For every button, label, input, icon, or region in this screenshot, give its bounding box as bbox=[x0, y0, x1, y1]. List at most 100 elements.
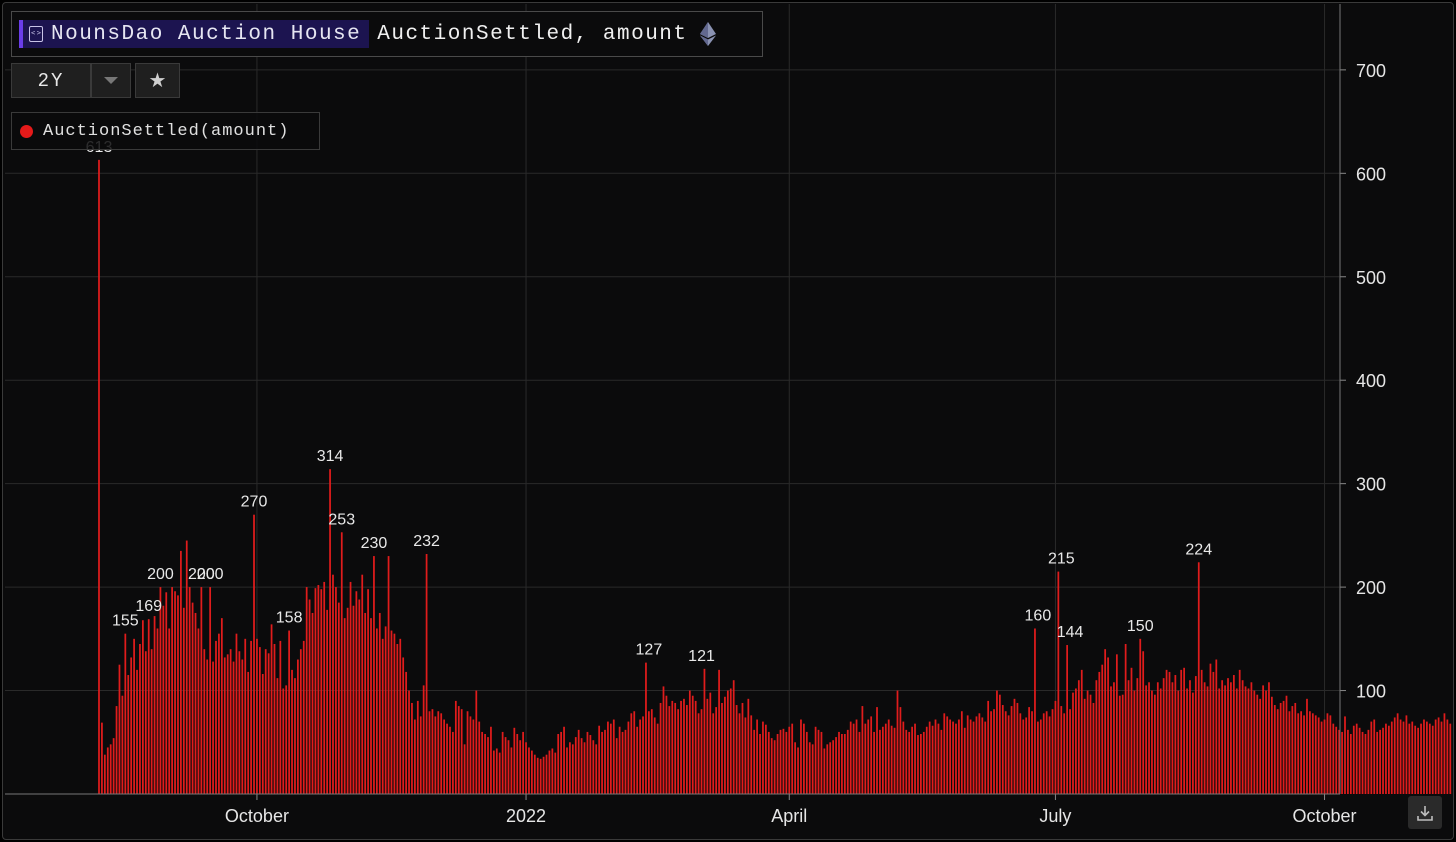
bar[interactable] bbox=[308, 599, 311, 794]
bar[interactable] bbox=[881, 726, 884, 794]
bar[interactable] bbox=[1253, 690, 1256, 794]
bar[interactable] bbox=[1382, 727, 1384, 794]
bar[interactable] bbox=[618, 726, 621, 794]
bar[interactable] bbox=[639, 719, 641, 794]
bar[interactable] bbox=[1113, 682, 1115, 794]
bar[interactable] bbox=[352, 605, 355, 794]
bar[interactable] bbox=[1326, 713, 1329, 794]
bar[interactable] bbox=[156, 628, 159, 794]
bar[interactable] bbox=[393, 633, 396, 794]
bar[interactable] bbox=[481, 731, 484, 794]
bar[interactable] bbox=[384, 626, 387, 794]
bar[interactable] bbox=[323, 581, 326, 794]
bar[interactable] bbox=[744, 717, 747, 794]
bar[interactable] bbox=[920, 734, 922, 794]
bar[interactable] bbox=[340, 532, 343, 794]
bar[interactable] bbox=[408, 690, 410, 794]
time-range-button[interactable]: 2Y bbox=[11, 63, 91, 98]
bar[interactable] bbox=[1388, 725, 1390, 794]
bar[interactable] bbox=[1402, 721, 1405, 794]
bar[interactable] bbox=[1118, 695, 1121, 794]
bar[interactable] bbox=[1095, 680, 1098, 794]
bar[interactable] bbox=[317, 585, 320, 794]
bar[interactable] bbox=[1089, 694, 1092, 794]
bar[interactable] bbox=[1437, 717, 1440, 794]
bar[interactable] bbox=[993, 709, 995, 794]
bar[interactable] bbox=[726, 690, 729, 794]
bar[interactable] bbox=[533, 754, 536, 794]
bar[interactable] bbox=[463, 744, 466, 794]
bar[interactable] bbox=[697, 713, 700, 794]
bar[interactable] bbox=[349, 581, 352, 794]
bar[interactable] bbox=[978, 713, 981, 794]
bar[interactable] bbox=[466, 711, 469, 794]
bar[interactable] bbox=[1159, 688, 1162, 794]
bar[interactable] bbox=[191, 602, 194, 794]
bar[interactable] bbox=[1423, 719, 1425, 794]
bar[interactable] bbox=[566, 747, 568, 794]
bar[interactable] bbox=[624, 729, 627, 794]
bar[interactable] bbox=[788, 726, 791, 794]
bar[interactable] bbox=[1347, 729, 1349, 794]
bar[interactable] bbox=[343, 618, 346, 794]
bar[interactable] bbox=[1192, 692, 1194, 794]
bar[interactable] bbox=[592, 740, 595, 794]
bar[interactable] bbox=[609, 723, 612, 794]
bar[interactable] bbox=[1086, 690, 1089, 794]
bar[interactable] bbox=[367, 589, 369, 794]
bar[interactable] bbox=[478, 721, 481, 794]
bar[interactable] bbox=[1186, 688, 1188, 794]
bar[interactable] bbox=[256, 638, 258, 794]
bar[interactable] bbox=[1151, 690, 1153, 794]
bar[interactable] bbox=[937, 723, 940, 794]
bar[interactable] bbox=[1291, 706, 1294, 794]
bar[interactable] bbox=[440, 713, 443, 794]
bar[interactable] bbox=[688, 690, 691, 794]
bar[interactable] bbox=[165, 592, 168, 794]
bar[interactable] bbox=[443, 719, 446, 794]
bar[interactable] bbox=[364, 612, 367, 794]
bar[interactable] bbox=[729, 688, 732, 794]
bar[interactable] bbox=[943, 713, 946, 794]
bar[interactable] bbox=[209, 587, 212, 794]
bar[interactable] bbox=[1344, 716, 1346, 794]
bar[interactable] bbox=[703, 668, 706, 794]
bar[interactable] bbox=[940, 729, 943, 794]
bar[interactable] bbox=[299, 649, 302, 794]
bar[interactable] bbox=[1180, 669, 1183, 794]
bar[interactable] bbox=[560, 731, 562, 794]
bar[interactable] bbox=[814, 726, 817, 794]
bar[interactable] bbox=[469, 716, 472, 794]
bar[interactable] bbox=[446, 723, 448, 794]
bar[interactable] bbox=[1037, 721, 1039, 794]
bar[interactable] bbox=[791, 723, 794, 794]
bar[interactable] bbox=[811, 744, 814, 794]
bar[interactable] bbox=[1148, 682, 1150, 794]
bar[interactable] bbox=[674, 702, 677, 794]
bar[interactable] bbox=[378, 612, 381, 794]
bar[interactable] bbox=[1297, 713, 1300, 794]
bar[interactable] bbox=[712, 713, 715, 794]
bar[interactable] bbox=[1364, 734, 1367, 794]
bar[interactable] bbox=[273, 644, 276, 794]
bar[interactable] bbox=[680, 700, 682, 794]
bar[interactable] bbox=[1031, 711, 1033, 794]
bar[interactable] bbox=[232, 661, 235, 794]
bar[interactable] bbox=[604, 729, 606, 794]
bar[interactable] bbox=[492, 750, 495, 794]
bar[interactable] bbox=[419, 716, 422, 794]
bar[interactable] bbox=[1224, 685, 1226, 794]
bar[interactable] bbox=[706, 698, 709, 794]
bar[interactable] bbox=[879, 729, 881, 794]
bar[interactable] bbox=[1352, 725, 1355, 794]
bar[interactable] bbox=[267, 653, 270, 794]
bar[interactable] bbox=[870, 716, 873, 794]
bar[interactable] bbox=[1309, 711, 1311, 794]
bar[interactable] bbox=[390, 630, 393, 794]
bar[interactable] bbox=[1127, 680, 1130, 794]
bar[interactable] bbox=[671, 700, 674, 794]
bar[interactable] bbox=[241, 659, 244, 794]
bar[interactable] bbox=[510, 747, 513, 794]
bar[interactable] bbox=[1072, 692, 1074, 794]
bar[interactable] bbox=[133, 638, 135, 794]
